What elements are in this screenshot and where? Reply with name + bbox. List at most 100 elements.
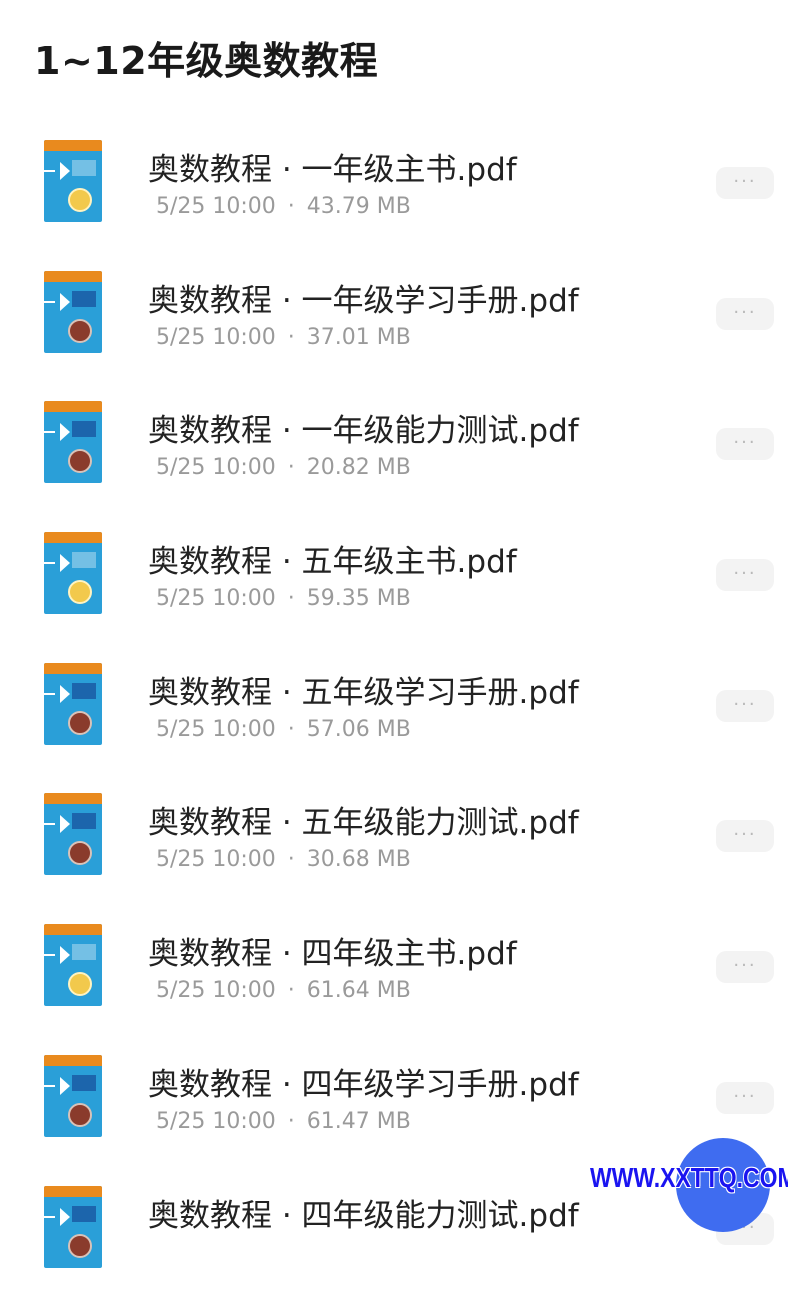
file-row[interactable]: 奥数教程 · 五年级能力测试.pdf 5/25 10:00 · 30.68 MB ·… <box>0 773 788 904</box>
file-meta: 5/25 10:00 · 20.82 MB <box>156 455 411 480</box>
meta-separator: · <box>288 586 295 611</box>
cover-triangle <box>60 1208 70 1226</box>
file-name: 奥数教程 · 五年级学习手册.pdf <box>148 667 579 712</box>
watermark: WWW.XXTTQ.COM <box>590 1162 788 1194</box>
cover-title-block <box>72 944 96 960</box>
file-row[interactable]: 奥数教程 · 一年级能力测试.pdf 5/25 10:00·20.82 MB ·… <box>0 381 788 512</box>
cover-triangle <box>60 162 70 180</box>
pdf-cover-thumbnail <box>44 793 102 875</box>
file-date: 5/25 10:00 <box>156 586 276 611</box>
cover-illustration <box>68 972 92 996</box>
more-options-button[interactable]: ··· <box>716 298 774 330</box>
pdf-cover-thumbnail <box>44 140 102 222</box>
cover-triangle <box>60 423 70 441</box>
pdf-cover-thumbnail <box>44 271 102 353</box>
file-date: 5/25 10:00 <box>156 1109 276 1134</box>
file-name: 奥数教程 · 五年级能力测试.pdf <box>148 797 579 842</box>
cover-band <box>44 793 102 804</box>
cover-strip <box>44 954 55 956</box>
cover-title-block <box>72 1075 96 1091</box>
cover-band <box>44 663 102 674</box>
file-size: 20.82 MB <box>307 455 411 480</box>
page-title: 1~12年级奥数教程 <box>34 30 378 85</box>
file-row[interactable]: 奥数教程 · 四年级学习手册.pdf 5/25 10:00 · 61.47 MB ·… <box>0 1035 788 1166</box>
meta-separator: · <box>288 1109 295 1134</box>
meta-separator: · <box>288 455 295 480</box>
cover-strip <box>44 170 55 172</box>
meta-separator: · <box>288 194 295 219</box>
more-options-button[interactable]: ··· <box>716 820 774 852</box>
file-row[interactable]: 奥数教程 · 五年级主书.pdf 5/25 10:00 · 59.35 MB ··· <box>0 512 788 643</box>
file-size: 59.35 MB <box>307 586 411 611</box>
cover-illustration <box>68 188 92 212</box>
file-list: 奥数教程 · 一年级主书.pdf 5/25 10:00·43.79 MB ···… <box>0 120 788 1296</box>
file-row[interactable]: 奥数教程 · 一年级学习手册.pdf 5/25 10:00·37.01 MB ·… <box>0 251 788 382</box>
cover-title-block <box>72 160 96 176</box>
more-options-button[interactable]: ··· <box>716 559 774 591</box>
file-name: 奥数教程 · 四年级主书.pdf <box>148 928 517 973</box>
file-meta: 5/25 10:00·61.64 MB <box>156 978 411 1003</box>
cover-band <box>44 271 102 282</box>
cover-illustration <box>68 319 92 343</box>
file-date: 5/25 10:00 <box>156 455 276 480</box>
file-name: 奥数教程 · 一年级主书.pdf <box>148 144 517 189</box>
cover-strip <box>44 301 55 303</box>
file-meta: 5/25 10:00 · 57.06 MB <box>156 717 411 742</box>
cover-illustration <box>68 449 92 473</box>
file-meta: 5/25 10:00 · 59.35 MB <box>156 586 411 611</box>
cover-strip <box>44 823 55 825</box>
file-name: 奥数教程 · 五年级主书.pdf <box>148 536 517 581</box>
cover-title-block <box>72 291 96 307</box>
cover-band <box>44 1186 102 1197</box>
meta-separator: · <box>288 978 295 1003</box>
cover-illustration <box>68 841 92 865</box>
meta-separator: · <box>288 325 295 350</box>
file-meta: 5/25 10:00 · 30.68 MB <box>156 847 411 872</box>
pdf-cover-thumbnail <box>44 401 102 483</box>
more-options-button[interactable]: ··· <box>716 428 774 460</box>
more-options-button[interactable]: ··· <box>716 167 774 199</box>
cover-triangle <box>60 946 70 964</box>
cover-title-block <box>72 552 96 568</box>
pdf-cover-thumbnail <box>44 663 102 745</box>
cover-strip <box>44 562 55 564</box>
file-row[interactable]: 奥数教程 · 一年级主书.pdf 5/25 10:00 · 43.79 MB ··· <box>0 120 788 251</box>
file-size: 61.47 MB <box>307 1109 411 1134</box>
file-name: 奥数教程 · 四年级学习手册.pdf <box>148 1059 579 1104</box>
file-date: 5/25 10:00 <box>156 717 276 742</box>
cover-strip <box>44 1085 55 1087</box>
file-row[interactable]: 奥数教程 · 五年级学习手册.pdf 5/25 10:00 · 57.06 MB ·… <box>0 643 788 774</box>
cover-title-block <box>72 1206 96 1222</box>
more-options-button[interactable]: ··· <box>716 951 774 983</box>
file-size: 37.01 MB <box>307 325 411 350</box>
cover-illustration <box>68 711 92 735</box>
cover-band <box>44 140 102 151</box>
cover-title-block <box>72 421 96 437</box>
file-meta: 5/25 10:00 · 43.79 MB <box>156 194 411 219</box>
file-date: 5/25 10:00 <box>156 194 276 219</box>
more-options-button[interactable]: ··· <box>716 690 774 722</box>
cover-band <box>44 1055 102 1066</box>
cover-band <box>44 924 102 935</box>
cover-illustration <box>68 1234 92 1258</box>
cover-strip <box>44 431 55 433</box>
pdf-cover-thumbnail <box>44 924 102 1006</box>
file-size: 43.79 MB <box>307 194 411 219</box>
meta-separator: · <box>288 717 295 742</box>
cover-title-block <box>72 813 96 829</box>
cover-title-block <box>72 683 96 699</box>
file-name: 奥数教程 · 四年级能力测试.pdf <box>148 1190 579 1235</box>
cover-illustration <box>68 580 92 604</box>
pdf-cover-thumbnail <box>44 1186 102 1268</box>
cover-triangle <box>60 685 70 703</box>
cover-illustration <box>68 1103 92 1127</box>
file-row[interactable]: 奥数教程 · 四年级主书.pdf 5/25 10:00·61.64 MB ··· <box>0 904 788 1035</box>
more-options-button[interactable]: ··· <box>716 1082 774 1114</box>
file-meta: 5/25 10:00 · 61.47 MB <box>156 1109 411 1134</box>
pdf-cover-thumbnail <box>44 1055 102 1137</box>
meta-separator: · <box>288 847 295 872</box>
file-size: 30.68 MB <box>307 847 411 872</box>
file-size: 57.06 MB <box>307 717 411 742</box>
file-date: 5/25 10:00 <box>156 847 276 872</box>
pdf-cover-thumbnail <box>44 532 102 614</box>
